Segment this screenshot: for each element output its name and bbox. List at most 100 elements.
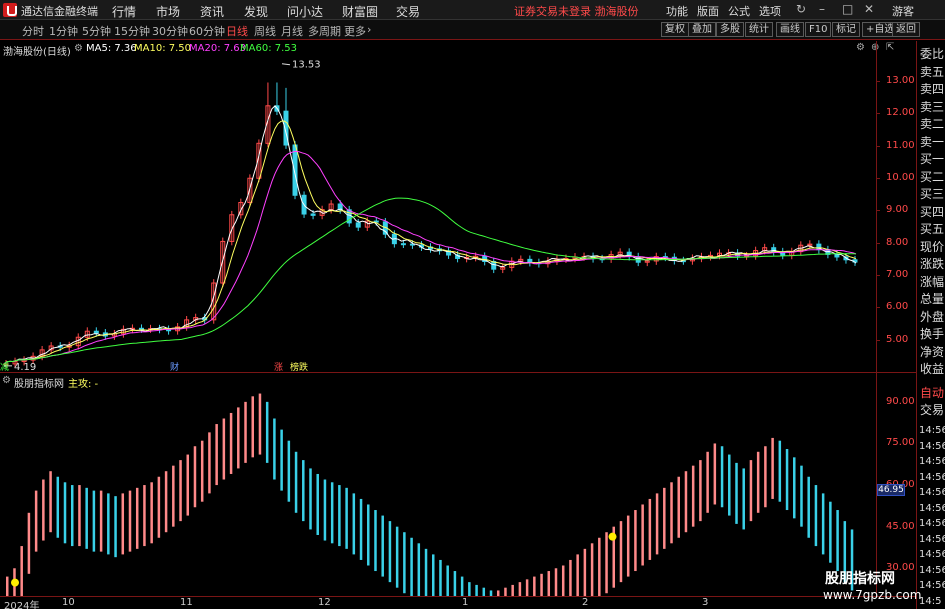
indicator-bar [518, 582, 522, 596]
close-icon[interactable]: ✕ [864, 2, 874, 16]
guest-label[interactable]: 游客 [892, 3, 914, 19]
indicator-bar [569, 559, 572, 596]
indicator-bar [367, 504, 370, 566]
menu-layout[interactable]: 版面 [697, 3, 719, 19]
indicator-bar [460, 576, 464, 596]
indicator-bar [280, 429, 283, 491]
menu-trade[interactable]: 交易 [396, 3, 420, 20]
quote-field-label: 买三 [920, 187, 945, 201]
indicator-bar [670, 482, 673, 544]
indicator-bar [432, 554, 435, 596]
adjust-button[interactable]: 复权 [661, 22, 689, 37]
indicator-bar [504, 587, 507, 596]
period-30min[interactable]: 30分钟 [152, 23, 188, 39]
period-weekly[interactable]: 周线 [254, 23, 276, 39]
period-monthly[interactable]: 月线 [281, 23, 303, 39]
indicator-bar [34, 490, 38, 552]
indicator-bar [128, 490, 132, 552]
price-tick-mark [876, 145, 880, 147]
indicator-bar [403, 532, 406, 594]
indicator-bar [677, 476, 680, 538]
refresh-icon[interactable]: ↻ [796, 2, 806, 16]
indicator-bar [323, 479, 327, 541]
trade-time: 14:56 [919, 549, 945, 560]
indicator-bar [237, 407, 240, 469]
quote-field-label: 涨幅 [920, 274, 945, 289]
signal-dot [11, 578, 19, 587]
period-intraday[interactable]: 分时 [22, 23, 44, 39]
menu-quotes[interactable]: 行情 [112, 3, 136, 20]
indicator-bar [764, 446, 767, 508]
period-5min[interactable]: 5分钟 [82, 23, 111, 39]
x-label-dec: 12 [318, 597, 331, 608]
period-daily[interactable]: 日线 [226, 23, 248, 39]
minimize-icon[interactable]: – [819, 2, 825, 16]
indicator-bar [814, 485, 818, 547]
menu-wealth[interactable]: 财富圈 [342, 3, 378, 20]
quote-field-label: 卖三 [920, 99, 945, 114]
draw-line-button[interactable]: 画线 [776, 22, 804, 37]
indicator-bar [381, 515, 384, 577]
indicator-bar [338, 485, 341, 547]
indicator-bar [475, 584, 478, 596]
trade-login-warning[interactable]: 证券交易未登录 渤海股份 [514, 3, 639, 19]
indicator-chart[interactable] [0, 388, 876, 596]
ma60-line [3, 197, 857, 365]
indicator-bar [836, 510, 839, 572]
menu-ask[interactable]: 问小达 [287, 3, 323, 20]
maximize-icon[interactable]: □ [842, 2, 853, 16]
mark-button[interactable]: 标记 [832, 22, 860, 37]
quote-field-label: 买一 [920, 152, 945, 166]
indicator-bar [186, 454, 190, 516]
indicator-bar [626, 515, 630, 577]
price-tick-label: 5.00 [886, 333, 909, 345]
indicator-bar [222, 418, 226, 480]
indicator-bar [525, 579, 529, 596]
menu-market[interactable]: 市场 [156, 3, 180, 20]
period-1min[interactable]: 1分钟 [49, 23, 78, 39]
x-label-year: 2024年 [4, 601, 40, 609]
chevron-right-icon[interactable]: › [367, 23, 371, 36]
menu-formula[interactable]: 公式 [728, 3, 750, 19]
indicator-bar [720, 446, 724, 508]
chart-settings-icon[interactable]: ⚙ [856, 42, 865, 53]
indicator-bar [439, 559, 442, 596]
indicator-bar [663, 487, 666, 549]
quote-field-label: 买五 [920, 222, 945, 236]
period-15min[interactable]: 15分钟 [114, 23, 150, 39]
watermark-title: 股朋指标网 [825, 571, 895, 587]
period-multi[interactable]: 多周期 [308, 23, 341, 39]
kline-chart[interactable]: 13.53 4.19 [0, 55, 876, 372]
quote-field-label: 买二 [920, 169, 945, 184]
low-price-label: 4.19 [14, 362, 36, 372]
quote-field-label: 涨跌 [920, 257, 945, 271]
expand-icon[interactable]: ⇱ [886, 42, 894, 53]
trade-time: 14:5 [919, 595, 942, 607]
candle-body [138, 327, 144, 330]
indicator-bar [807, 476, 810, 538]
f10-button[interactable]: F10 [805, 22, 832, 37]
menu-function[interactable]: 功能 [666, 3, 688, 19]
trade-panel-label[interactable]: 自动 [920, 384, 944, 401]
menu-discover[interactable]: 发现 [244, 3, 268, 20]
period-more[interactable]: 更多 [344, 23, 366, 39]
price-tick-label: 7.00 [886, 268, 909, 280]
trade-panel-label[interactable]: 交易 [920, 401, 944, 418]
indicator-settings-icon[interactable]: ⚙ [2, 375, 11, 386]
indicator-bar [121, 493, 125, 555]
back-button[interactable]: 返回 [892, 22, 920, 37]
settings-gear-icon[interactable]: ⚙ [74, 43, 83, 54]
indicator-bar [540, 573, 543, 596]
overlay-button[interactable]: 叠加 [688, 22, 716, 37]
menu-options[interactable]: 选项 [759, 3, 781, 19]
candle-body [292, 144, 298, 196]
statistics-button[interactable]: 统计 [745, 22, 773, 37]
trade-time: 14:56 [919, 580, 945, 591]
indicator-bar [27, 512, 31, 574]
period-60min[interactable]: 60分钟 [189, 23, 225, 39]
indicator-bar [511, 584, 514, 596]
indicator-bar [699, 460, 702, 522]
multi-stock-button[interactable]: 多股 [716, 22, 744, 37]
trade-time: 14:56 [919, 471, 945, 483]
menu-news[interactable]: 资讯 [200, 3, 224, 20]
